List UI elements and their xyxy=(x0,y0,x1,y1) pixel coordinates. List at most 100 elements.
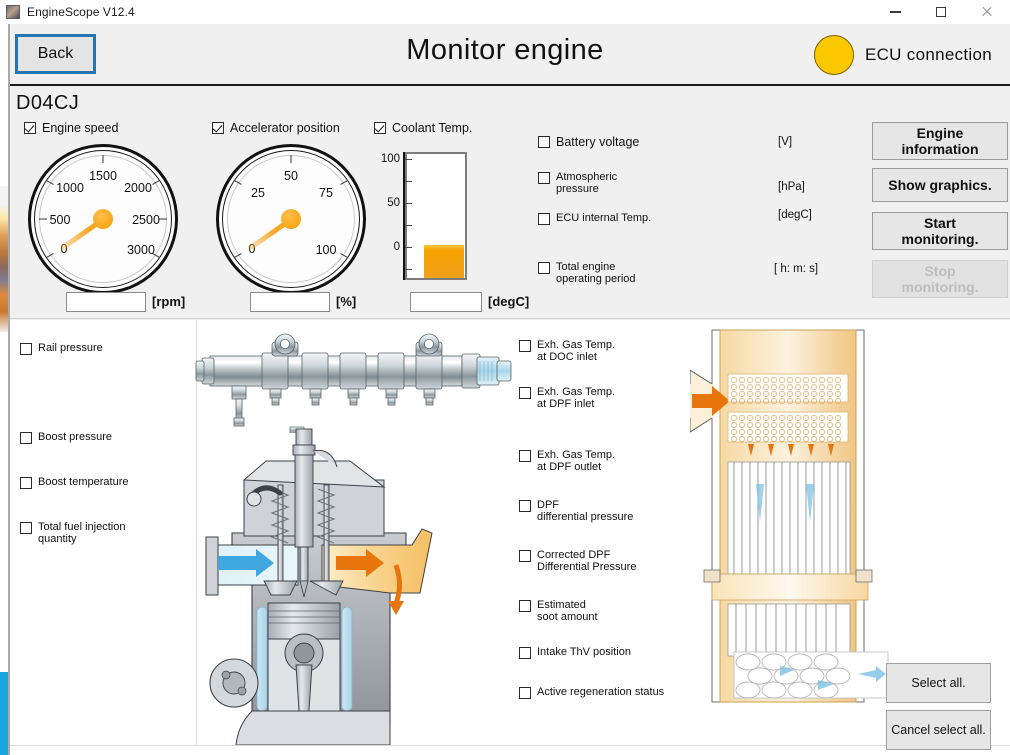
checkbox-coolant-temp-label: Coolant Temp. xyxy=(392,121,473,135)
cancel-select-all-button[interactable]: Cancel select all. xyxy=(886,710,991,750)
select-all-button[interactable]: Select all. xyxy=(886,663,991,703)
checkbox-ecu-internal-temp[interactable]: ECU internal Temp. xyxy=(538,212,651,225)
checkbox-exh-gas-temp-dpf-outlet[interactable]: Exh. Gas Temp. at DPF outlet xyxy=(519,449,615,473)
checkbox-exh-gas-temp-dpf-inlet-box[interactable] xyxy=(519,387,531,399)
accent-strip xyxy=(0,672,8,755)
close-icon[interactable] xyxy=(964,0,1010,24)
checkbox-engine-speed-label: Engine speed xyxy=(42,121,119,135)
checkbox-atmospheric-pressure[interactable]: Atmospheric pressure xyxy=(538,171,617,195)
coolant-tick-100: 100 xyxy=(380,153,400,165)
ecu-connection-indicator: ECU connection xyxy=(813,34,992,76)
checkbox-exh-gas-temp-dpf-outlet-box[interactable] xyxy=(519,450,531,462)
checkbox-boost-pressure-label: Boost pressure xyxy=(38,431,112,443)
checkbox-atmospheric-pressure-box[interactable] xyxy=(538,172,550,184)
checkbox-intake-thv-position-label: Intake ThV position xyxy=(537,646,631,658)
checkbox-accelerator-position-box[interactable] xyxy=(212,122,224,134)
checkbox-coolant-temp[interactable]: Coolant Temp. xyxy=(374,121,472,135)
checkbox-estimated-soot-amount-label: Estimated soot amount xyxy=(537,599,598,623)
gauge-engine-speed-hub xyxy=(93,209,113,229)
window-title: EngineScope V12.4 xyxy=(27,5,135,19)
unit-accelerator-position: [%] xyxy=(336,294,357,309)
ecu-status-lamp-icon xyxy=(813,35,854,75)
dpf-doc-cutaway-diagram xyxy=(690,329,889,703)
minimize-icon[interactable] xyxy=(872,0,918,24)
show-graphics-button[interactable]: Show graphics. xyxy=(872,168,1008,202)
gauge-tick-500: 500 xyxy=(50,213,71,227)
window-controls xyxy=(872,0,1010,24)
unit-ecu-internal-temp: [degC] xyxy=(778,209,812,221)
checkbox-total-engine-operating-period[interactable]: Total engine operating period xyxy=(538,261,636,285)
checkbox-corrected-dpf-differential-pressure[interactable]: Corrected DPF Differential Pressure xyxy=(519,549,636,573)
checkbox-engine-speed[interactable]: Engine speed xyxy=(24,121,118,135)
checkbox-estimated-soot-amount-box[interactable] xyxy=(519,600,531,612)
checkbox-exh-gas-temp-dpf-outlet-label: Exh. Gas Temp. at DPF outlet xyxy=(537,449,616,473)
checkbox-accelerator-position-label: Accelerator position xyxy=(230,121,340,135)
gauge-tick-3000: 3000 xyxy=(127,243,155,257)
unit-battery-voltage: [V] xyxy=(778,136,793,148)
start-monitoring-button[interactable]: Start monitoring. xyxy=(872,212,1008,250)
panel-divider xyxy=(10,318,1010,319)
checkbox-battery-voltage-box[interactable] xyxy=(538,136,550,148)
checkbox-corrected-dpf-differential-pressure-label: Corrected DPF Differential Pressure xyxy=(537,549,637,573)
checkbox-ecu-internal-temp-label: ECU internal Temp. xyxy=(556,212,652,224)
unit-total-engine-operating-period: [ h: m: s] xyxy=(774,263,819,275)
checkbox-active-regeneration-status-label: Active regeneration status xyxy=(537,686,665,698)
checkbox-active-regeneration-status[interactable]: Active regeneration status xyxy=(519,686,664,699)
ecu-connection-label: ECU connection xyxy=(864,45,992,64)
checkbox-intake-thv-position-box[interactable] xyxy=(519,647,531,659)
checkbox-total-fuel-injection-quantity-box[interactable] xyxy=(20,522,32,534)
app-icon xyxy=(6,5,20,19)
maximize-icon[interactable] xyxy=(918,0,964,24)
gauge-accelerator-position: 0 25 50 75 100 xyxy=(216,144,366,294)
checkbox-coolant-temp-box[interactable] xyxy=(374,122,386,134)
monitor-upper-panel: D04CJ Engine speed 0 500 1000 1500 2000 … xyxy=(10,86,1010,320)
coolant-tick-50: 50 xyxy=(387,197,400,209)
checkbox-ecu-internal-temp-box[interactable] xyxy=(538,213,550,225)
gauge-tick-75: 75 xyxy=(319,186,333,200)
checkbox-battery-voltage[interactable]: Battery voltage xyxy=(538,135,639,149)
checkbox-boost-pressure[interactable]: Boost pressure xyxy=(20,431,112,444)
checkbox-exh-gas-temp-dpf-inlet[interactable]: Exh. Gas Temp. at DPF inlet xyxy=(519,386,615,410)
checkbox-estimated-soot-amount[interactable]: Estimated soot amount xyxy=(519,599,598,623)
engine-information-button[interactable]: Engine information xyxy=(872,122,1008,160)
checkbox-dpf-differential-pressure-box[interactable] xyxy=(519,500,531,512)
checkbox-total-engine-operating-period-box[interactable] xyxy=(538,262,550,274)
checkbox-exh-gas-temp-doc-inlet-box[interactable] xyxy=(519,340,531,352)
checkbox-boost-pressure-box[interactable] xyxy=(20,432,32,444)
engine-model-name: D04CJ xyxy=(16,92,80,114)
checkbox-dpf-differential-pressure[interactable]: DPF differential pressure xyxy=(519,499,633,523)
checkbox-engine-speed-box[interactable] xyxy=(24,122,36,134)
checkbox-rail-pressure[interactable]: Rail pressure xyxy=(20,342,103,355)
checkbox-atmospheric-pressure-label: Atmospheric pressure xyxy=(556,171,618,195)
checkbox-boost-temperature-box[interactable] xyxy=(20,477,32,489)
checkbox-dpf-differential-pressure-label: DPF differential pressure xyxy=(537,499,634,523)
checkbox-active-regeneration-status-box[interactable] xyxy=(519,687,531,699)
coolant-tick-0: 0 xyxy=(393,241,400,253)
gauge-tick-1000: 1000 xyxy=(56,181,84,195)
checkbox-total-fuel-injection-quantity[interactable]: Total fuel injection quantity xyxy=(20,521,125,545)
checkbox-boost-temperature[interactable]: Boost temperature xyxy=(20,476,129,489)
gauge-tick-25: 25 xyxy=(251,186,265,200)
coolant-temp-bar-fill xyxy=(424,245,464,278)
coolant-temp-bar-axis xyxy=(403,152,405,280)
checkbox-rail-pressure-label: Rail pressure xyxy=(38,342,103,354)
common-rail-diagram xyxy=(195,333,512,433)
unit-atmospheric-pressure: [hPa] xyxy=(778,181,805,193)
value-coolant-temp[interactable] xyxy=(410,292,482,312)
value-engine-speed[interactable] xyxy=(66,292,146,312)
value-accelerator-position[interactable] xyxy=(250,292,330,312)
checkbox-exh-gas-temp-dpf-inlet-label: Exh. Gas Temp. at DPF inlet xyxy=(537,386,616,410)
checkbox-battery-voltage-label: Battery voltage xyxy=(556,135,640,149)
gauge-accelerator-hub xyxy=(281,209,301,229)
window-titlebar: EngineScope V12.4 xyxy=(0,0,1010,24)
gauge-tick-2500: 2500 xyxy=(132,213,160,227)
checkbox-rail-pressure-box[interactable] xyxy=(20,343,32,355)
checkbox-exh-gas-temp-doc-inlet-label: Exh. Gas Temp. at DOC inlet xyxy=(537,339,616,363)
checkbox-intake-thv-position[interactable]: Intake ThV position xyxy=(519,646,631,659)
checkbox-accelerator-position[interactable]: Accelerator position xyxy=(212,121,340,135)
checkbox-corrected-dpf-differential-pressure-box[interactable] xyxy=(519,550,531,562)
unit-coolant-temp: [degC] xyxy=(488,294,530,309)
unit-engine-speed: [rpm] xyxy=(152,294,186,309)
checkbox-exh-gas-temp-doc-inlet[interactable]: Exh. Gas Temp. at DOC inlet xyxy=(519,339,615,363)
bottom-border xyxy=(10,745,1010,746)
